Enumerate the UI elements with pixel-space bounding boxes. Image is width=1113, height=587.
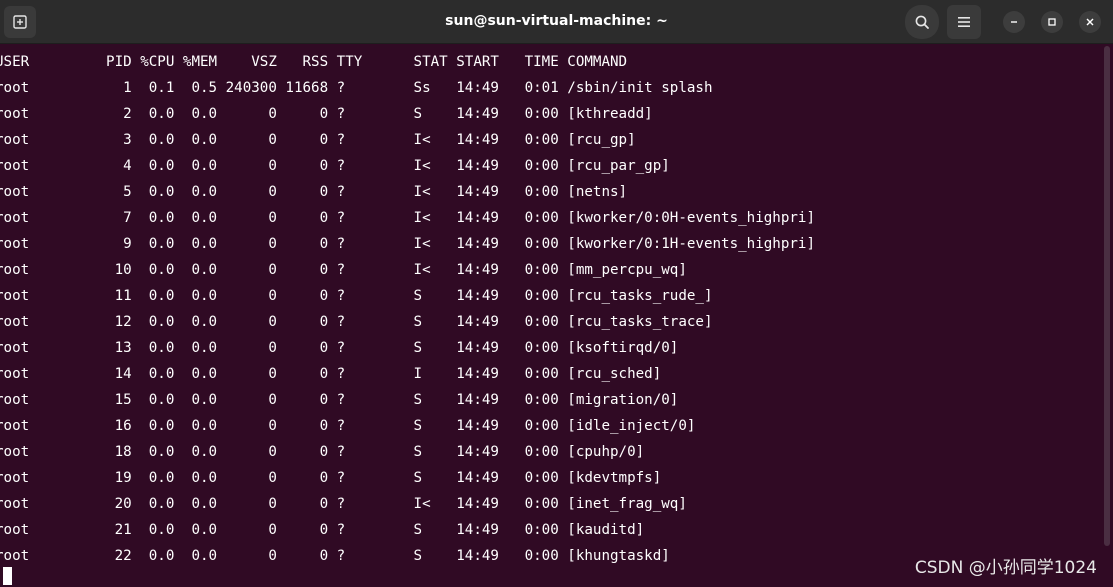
process-line: root 21 0.0 0.0 0 0 ? S 14:49 0:00 [kaud… bbox=[0, 522, 645, 538]
terminal-scrollbar[interactable] bbox=[1104, 46, 1110, 546]
process-line: root 22 0.0 0.0 0 0 ? S 14:49 0:00 [khun… bbox=[0, 548, 670, 564]
title-bar: sun@sun-virtual-machine: ~ bbox=[0, 0, 1113, 44]
process-line: root 11 0.0 0.0 0 0 ? S 14:49 0:00 [rcu_… bbox=[0, 288, 713, 304]
search-button[interactable] bbox=[905, 5, 939, 39]
process-line: root 16 0.0 0.0 0 0 ? S 14:49 0:00 [idle… bbox=[0, 418, 696, 434]
minimize-icon bbox=[1011, 21, 1017, 23]
new-tab-button[interactable] bbox=[4, 6, 36, 38]
process-line: root 7 0.0 0.0 0 0 ? I< 14:49 0:00 [kwor… bbox=[0, 210, 815, 226]
text-cursor bbox=[3, 567, 12, 585]
watermark: CSDN @小孙同学1024 bbox=[914, 558, 1097, 578]
process-line: root 1 0.1 0.5 240300 11668 ? Ss 14:49 0… bbox=[0, 80, 713, 96]
terminal-output[interactable]: USER PID %CPU %MEM VSZ RSS TTY STAT STAR… bbox=[0, 44, 1113, 587]
process-line: root 2 0.0 0.0 0 0 ? S 14:49 0:00 [kthre… bbox=[0, 106, 653, 122]
process-line: root 5 0.0 0.0 0 0 ? I< 14:49 0:00 [netn… bbox=[0, 184, 628, 200]
new-tab-icon bbox=[13, 15, 27, 29]
close-button[interactable] bbox=[1079, 11, 1101, 33]
process-line: root 3 0.0 0.0 0 0 ? I< 14:49 0:00 [rcu_… bbox=[0, 132, 636, 148]
process-line: root 15 0.0 0.0 0 0 ? S 14:49 0:00 [migr… bbox=[0, 392, 679, 408]
process-line: root 9 0.0 0.0 0 0 ? I< 14:49 0:00 [kwor… bbox=[0, 236, 815, 252]
close-icon bbox=[1086, 18, 1094, 26]
process-line: root 19 0.0 0.0 0 0 ? S 14:49 0:00 [kdev… bbox=[0, 470, 662, 486]
process-line: root 12 0.0 0.0 0 0 ? S 14:49 0:00 [rcu_… bbox=[0, 314, 713, 330]
maximize-button[interactable] bbox=[1041, 11, 1063, 33]
process-line: root 10 0.0 0.0 0 0 ? I< 14:49 0:00 [mm_… bbox=[0, 262, 687, 278]
ps-header-line: USER PID %CPU %MEM VSZ RSS TTY STAT STAR… bbox=[0, 54, 628, 70]
search-icon bbox=[915, 15, 929, 29]
maximize-icon bbox=[1048, 18, 1056, 26]
process-line: root 14 0.0 0.0 0 0 ? I 14:49 0:00 [rcu_… bbox=[0, 366, 662, 382]
process-line: root 18 0.0 0.0 0 0 ? S 14:49 0:00 [cpuh… bbox=[0, 444, 645, 460]
process-line: root 4 0.0 0.0 0 0 ? I< 14:49 0:00 [rcu_… bbox=[0, 158, 670, 174]
minimize-button[interactable] bbox=[1003, 11, 1025, 33]
hamburger-menu-icon bbox=[958, 17, 970, 27]
menu-button[interactable] bbox=[947, 5, 981, 39]
process-line: root 20 0.0 0.0 0 0 ? I< 14:49 0:00 [ine… bbox=[0, 496, 687, 512]
process-line: root 13 0.0 0.0 0 0 ? S 14:49 0:00 [ksof… bbox=[0, 340, 679, 356]
